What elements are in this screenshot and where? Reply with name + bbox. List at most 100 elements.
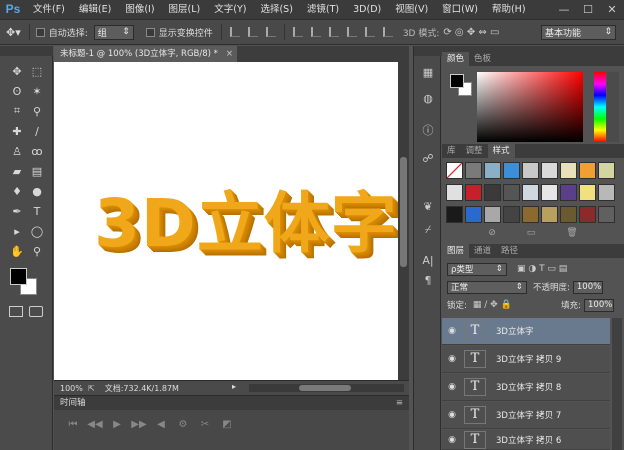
close-icon[interactable]: × xyxy=(226,46,233,62)
brush-presets-icon[interactable]: ❦ xyxy=(420,198,436,214)
settings-icon[interactable]: ⚙ xyxy=(172,419,194,430)
blur-tool-icon[interactable]: ♦ xyxy=(8,182,26,200)
distribute-hcenter-icon[interactable] xyxy=(364,27,375,37)
menu-filter[interactable]: 滤镜(T) xyxy=(300,0,346,19)
tab-layers[interactable]: 图层 xyxy=(442,244,470,258)
zoom-level[interactable]: 100% xyxy=(54,384,88,393)
filter-icons[interactable]: ▣ ◑ T ▭ ▤ xyxy=(517,264,567,274)
style-swatch[interactable] xyxy=(579,184,596,201)
workspace-dropdown[interactable]: 基本功能 ⇕ xyxy=(541,24,616,40)
tab-adjustments[interactable]: 调整 xyxy=(461,144,488,158)
foreground-color-swatch[interactable] xyxy=(10,268,27,285)
style-swatch[interactable] xyxy=(484,162,501,179)
menu-type[interactable]: 文字(Y) xyxy=(207,0,253,19)
menu-select[interactable]: 选择(S) xyxy=(253,0,299,19)
auto-select-checkbox[interactable] xyxy=(35,27,45,37)
style-swatch[interactable] xyxy=(522,184,539,201)
move-tool-icon[interactable]: ✥ xyxy=(8,62,26,80)
dodge-tool-icon[interactable]: ● xyxy=(28,182,46,200)
menu-image[interactable]: 图像(I) xyxy=(118,0,161,19)
style-swatch[interactable] xyxy=(598,184,615,201)
type-tool-icon[interactable]: T xyxy=(28,202,46,220)
menu-file[interactable]: 文件(F) xyxy=(26,0,72,19)
layer-name[interactable]: 3D立体字 拷贝 9 xyxy=(496,353,561,365)
visibility-eye-icon[interactable]: ◉ xyxy=(442,382,462,392)
style-swatch[interactable] xyxy=(598,206,615,223)
auto-select-dropdown[interactable]: 组 ⇕ xyxy=(93,24,134,40)
pen-tool-icon[interactable]: ✒ xyxy=(8,202,26,220)
prev-frame-icon[interactable]: ◀◀ xyxy=(84,419,106,430)
tab-styles[interactable]: 样式 xyxy=(487,144,515,158)
transition-icon[interactable]: ◩ xyxy=(216,419,238,430)
tab-libraries[interactable]: 库 xyxy=(442,144,461,158)
panel-scrollbar[interactable] xyxy=(607,72,619,142)
healing-tool-icon[interactable]: ✚ xyxy=(8,122,26,140)
properties-icon[interactable]: ◍ xyxy=(420,90,436,106)
show-transform-checkbox[interactable] xyxy=(145,27,155,37)
scroll-thumb[interactable] xyxy=(299,385,351,391)
auto-align-icon[interactable] xyxy=(382,27,393,37)
menu-3d[interactable]: 3D(D) xyxy=(346,0,388,19)
horizontal-scrollbar[interactable] xyxy=(249,384,404,392)
visibility-eye-icon[interactable]: ◉ xyxy=(442,435,462,445)
layer-name[interactable]: 3D立体字 拷贝 7 xyxy=(496,409,561,421)
screen-mode-icon[interactable] xyxy=(29,306,43,317)
hand-tool-icon[interactable]: ✋ xyxy=(8,242,26,260)
maximize-button[interactable]: ☐ xyxy=(576,0,600,19)
document-canvas[interactable]: 3D立体字 xyxy=(54,62,398,380)
lasso-tool-icon[interactable]: ʘ xyxy=(8,82,26,100)
panel-menu-icon[interactable]: ≡ xyxy=(396,396,403,410)
style-swatch[interactable] xyxy=(446,184,463,201)
visibility-eye-icon[interactable]: ◉ xyxy=(442,410,462,420)
blend-mode-dropdown[interactable]: 正常 ⇕ xyxy=(447,280,527,294)
tab-color[interactable]: 颜色 xyxy=(442,52,470,66)
style-swatch[interactable] xyxy=(503,184,520,201)
history-brush-tool-icon[interactable]: ꝏ xyxy=(28,142,46,160)
layer-row[interactable]: ◉ T 3D立体字 拷贝 8 xyxy=(442,374,610,401)
stamp-tool-icon[interactable]: ♙ xyxy=(8,142,26,160)
menu-help[interactable]: 帮助(H) xyxy=(485,0,533,19)
split-icon[interactable]: ✂ xyxy=(194,419,216,430)
3d-mode-icons[interactable]: ⟳ ◎ ✥ ⇔ ▭ xyxy=(443,27,499,38)
menu-edit[interactable]: 编辑(E) xyxy=(72,0,118,19)
style-swatch[interactable] xyxy=(522,206,539,223)
distribute-vcenter-icon[interactable] xyxy=(310,27,321,37)
visibility-eye-icon[interactable]: ◉ xyxy=(442,326,462,336)
gradient-tool-icon[interactable]: ▤ xyxy=(28,162,46,180)
document-tab[interactable]: 未标题-1 @ 100% (3D立体字, RGB/8) * × xyxy=(54,46,237,62)
layer-row[interactable]: ◉ T 3D立体字 xyxy=(442,318,610,345)
zoom-tool-icon[interactable]: ⚲ xyxy=(28,242,46,260)
status-menu-arrow-icon[interactable]: ▸ xyxy=(232,382,236,391)
color-picker-field[interactable] xyxy=(477,72,583,142)
layer-name[interactable]: 3D立体字 拷贝 8 xyxy=(496,381,561,393)
vertical-scrollbar[interactable] xyxy=(398,62,409,380)
layer-row[interactable]: ◉ T 3D立体字 拷贝 7 xyxy=(442,402,610,429)
hue-slider[interactable] xyxy=(594,72,606,142)
tab-channels[interactable]: 通道 xyxy=(469,244,496,258)
eraser-tool-icon[interactable]: ▰ xyxy=(8,162,26,180)
tab-swatches[interactable]: 色板 xyxy=(469,52,496,66)
path-select-tool-icon[interactable]: ▸ xyxy=(8,222,26,240)
menu-view[interactable]: 视图(V) xyxy=(388,0,435,19)
quick-mask-icon[interactable] xyxy=(9,306,23,317)
style-swatch[interactable] xyxy=(503,206,520,223)
scroll-thumb[interactable] xyxy=(400,157,407,267)
style-swatch[interactable] xyxy=(465,206,482,223)
canvas-area[interactable]: 3D立体字 xyxy=(54,62,398,380)
move-tool-preset-icon[interactable]: ✥▾ xyxy=(6,26,21,39)
crop-tool-icon[interactable]: ⌗ xyxy=(8,102,26,120)
style-swatch[interactable] xyxy=(579,162,596,179)
new-style-icon[interactable]: ▭ xyxy=(527,228,536,238)
info-icon[interactable]: ⓘ xyxy=(420,122,436,138)
distribute-left-icon[interactable] xyxy=(346,27,357,37)
delete-icon[interactable]: 🗑 xyxy=(566,228,577,238)
style-swatch[interactable] xyxy=(484,206,501,223)
close-button[interactable]: ✕ xyxy=(600,0,624,19)
export-icon[interactable]: ⇱ xyxy=(88,384,95,393)
layer-name[interactable]: 3D立体字 xyxy=(496,325,533,337)
brush-tool-icon[interactable]: ∕ xyxy=(28,122,46,140)
magic-wand-tool-icon[interactable]: ✶ xyxy=(28,82,46,100)
menu-layer[interactable]: 图层(L) xyxy=(162,0,208,19)
play-icon[interactable]: ▶ xyxy=(106,419,128,430)
distribute-bottom-icon[interactable] xyxy=(328,27,339,37)
